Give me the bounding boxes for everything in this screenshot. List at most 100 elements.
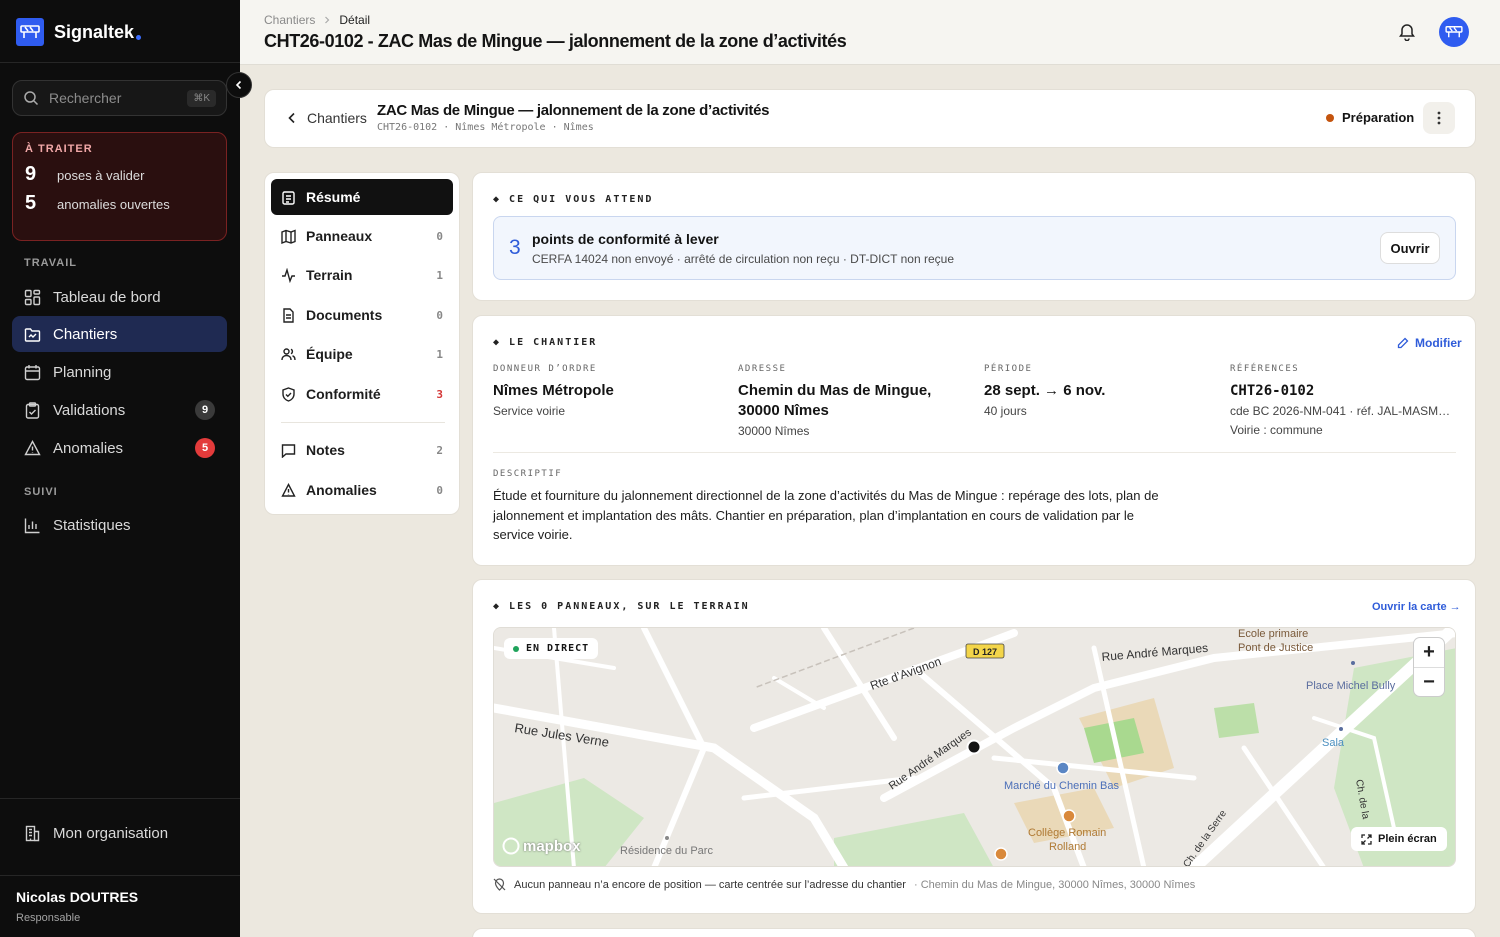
open-compliance-button[interactable]: Ouvrir bbox=[1380, 232, 1440, 264]
warning-icon bbox=[24, 439, 41, 455]
tab-conformite[interactable]: Conformité 3 bbox=[271, 376, 453, 412]
site-map[interactable]: Rte d’Avignon Rue André Marques Rue Jule… bbox=[493, 627, 1456, 867]
breadcrumb-chantiers[interactable]: Chantiers bbox=[264, 13, 315, 27]
modify-button[interactable]: Modifier bbox=[1397, 336, 1462, 350]
calendar-icon bbox=[24, 364, 41, 380]
dashboard-icon bbox=[24, 289, 41, 305]
tab-documents[interactable]: Documents 0 bbox=[271, 297, 453, 333]
field-references: RÉFÉRENCES CHT26-0102 cde BC 2026-NM-041… bbox=[1230, 364, 1452, 439]
tab-label: Terrain bbox=[306, 267, 353, 283]
tab-notes[interactable]: Notes 2 bbox=[271, 432, 453, 468]
notifications-button[interactable] bbox=[1397, 21, 1417, 46]
sidebar-item-organisation[interactable]: Mon organisation bbox=[12, 815, 227, 851]
tab-panneaux[interactable]: Panneaux 0 bbox=[271, 218, 453, 254]
todo-title: À TRAITER bbox=[25, 143, 93, 155]
sidebar-item-label: Chantiers bbox=[53, 325, 118, 343]
location-off-icon bbox=[493, 878, 506, 891]
map-label-sala: Sala bbox=[1322, 737, 1345, 749]
field-label: DONNEUR D’ORDRE bbox=[493, 364, 597, 374]
validations-badge: 9 bbox=[195, 400, 215, 420]
field-value: CHT26-0102 bbox=[1230, 383, 1315, 399]
zoom-controls: + − bbox=[1414, 638, 1444, 696]
tab-anomalies[interactable]: Anomalies 0 bbox=[271, 472, 453, 508]
await-card: ◆ CE QUI VOUS ATTEND 3 points de conform… bbox=[472, 172, 1476, 301]
folder-icon bbox=[24, 327, 41, 342]
sidebar-item-label: Anomalies bbox=[53, 439, 124, 457]
collapse-sidebar-button[interactable] bbox=[226, 72, 252, 98]
back-button[interactable]: Chantiers bbox=[287, 110, 367, 126]
site-location-marker[interactable] bbox=[966, 739, 982, 755]
sidebar-item-label: Statistiques bbox=[53, 516, 131, 534]
open-map-link[interactable]: Ouvrir la carte → bbox=[1372, 601, 1461, 613]
map-label-ecole-2: Pont de Justice bbox=[1238, 642, 1313, 654]
building-icon bbox=[25, 825, 40, 841]
zoom-out-button[interactable]: − bbox=[1414, 667, 1444, 696]
status-dot bbox=[1326, 113, 1334, 122]
users-icon bbox=[281, 347, 296, 360]
tab-label: Résumé bbox=[306, 189, 361, 205]
avatar[interactable] bbox=[1439, 17, 1469, 47]
breadcrumb: Chantiers Détail bbox=[264, 13, 370, 27]
field-value: Chemin du Mas de Mingue, 30000 Nîmes bbox=[738, 382, 932, 419]
tab-equipe[interactable]: Équipe 1 bbox=[271, 336, 453, 372]
map-label-d127: D 127 bbox=[973, 647, 997, 657]
search-icon bbox=[24, 91, 39, 106]
chantier-header: Chantiers ZAC Mas de Mingue — jalonnemen… bbox=[264, 89, 1476, 148]
brand[interactable]: Signaltek bbox=[16, 18, 142, 46]
tab-count: 0 bbox=[436, 229, 443, 243]
map-label-place: Place Michel Bully bbox=[1306, 680, 1396, 692]
sidebar-item-label: Planning bbox=[53, 363, 112, 381]
todo-label: poses à valider bbox=[57, 168, 145, 183]
bar-chart-icon bbox=[24, 518, 40, 533]
todo-item[interactable]: 9 poses à valider bbox=[25, 163, 214, 186]
mapbox-icon bbox=[502, 837, 520, 855]
chevron-left-icon bbox=[235, 80, 242, 90]
clipboard-icon bbox=[282, 190, 295, 205]
field-sub: Voirie : commune bbox=[1230, 423, 1323, 437]
nav-section-work: TRAVAIL bbox=[24, 257, 78, 269]
sidebar-item-planning[interactable]: Planning bbox=[12, 354, 227, 390]
field-sub: 30000 Nîmes bbox=[738, 424, 810, 438]
description-text: Étude et fourniture du jalonnement direc… bbox=[493, 488, 1159, 542]
shield-check-icon bbox=[282, 386, 295, 402]
tab-count: 3 bbox=[436, 387, 443, 401]
mapbox-logo[interactable]: mapbox bbox=[502, 837, 581, 855]
chantier-subtitle: CHT26-0102 · Nîmes Métropole · Nîmes bbox=[377, 122, 594, 133]
sidebar-item-statistiques[interactable]: Statistiques bbox=[12, 507, 227, 543]
sidebar-item-chantiers[interactable]: Chantiers bbox=[12, 316, 227, 352]
tab-label: Notes bbox=[306, 442, 345, 458]
tab-count: 1 bbox=[436, 347, 443, 361]
live-dot bbox=[513, 645, 519, 652]
field-value: 28 sept. → 6 nov. bbox=[984, 382, 1106, 399]
todo-item[interactable]: 5 anomalies ouvertes bbox=[25, 192, 214, 215]
detail-tabs: Résumé Panneaux 0 Terrain 1 Documents 0 … bbox=[264, 172, 460, 515]
fullscreen-button[interactable]: Plein écran bbox=[1351, 827, 1447, 851]
todo-count: 5 bbox=[25, 192, 37, 214]
activity-icon bbox=[282, 267, 295, 283]
bell-icon bbox=[1399, 24, 1415, 42]
pencil-icon bbox=[1397, 337, 1409, 349]
top-bar: Chantiers Détail CHT26-0102 - ZAC Mas de… bbox=[240, 0, 1500, 65]
page-title: CHT26-0102 - ZAC Mas de Mingue — jalonne… bbox=[264, 31, 847, 51]
tab-terrain[interactable]: Terrain 1 bbox=[271, 257, 453, 293]
more-options-button[interactable] bbox=[1423, 102, 1455, 134]
field-label: ADRESSE bbox=[738, 364, 787, 374]
zoom-in-button[interactable]: + bbox=[1414, 638, 1444, 667]
divider bbox=[493, 452, 1456, 453]
message-icon bbox=[281, 443, 296, 458]
search-shortcut: ⌘K bbox=[187, 89, 216, 107]
field-sub: Service voirie bbox=[493, 404, 566, 418]
map-label-college: Collège Romain bbox=[1028, 827, 1106, 839]
tab-count: 0 bbox=[436, 483, 443, 497]
user-name[interactable]: Nicolas DOUTRES bbox=[16, 889, 138, 905]
sidebar: Signaltek Rechercher ⌘K À TRAITER 9 pose… bbox=[0, 0, 240, 937]
sidebar-item-dashboard[interactable]: Tableau de bord bbox=[12, 279, 227, 315]
divider bbox=[0, 875, 240, 876]
tab-resume[interactable]: Résumé bbox=[271, 179, 453, 215]
sidebar-item-anomalies[interactable]: Anomalies 5 bbox=[12, 430, 227, 466]
status-badge: Préparation bbox=[1326, 110, 1414, 125]
search-input[interactable]: Rechercher ⌘K bbox=[12, 80, 227, 116]
field-adresse: ADRESSE Chemin du Mas de Mingue, 30000 N… bbox=[738, 364, 968, 440]
sidebar-item-validations[interactable]: Validations 9 bbox=[12, 392, 227, 428]
tab-label: Anomalies bbox=[306, 482, 377, 498]
